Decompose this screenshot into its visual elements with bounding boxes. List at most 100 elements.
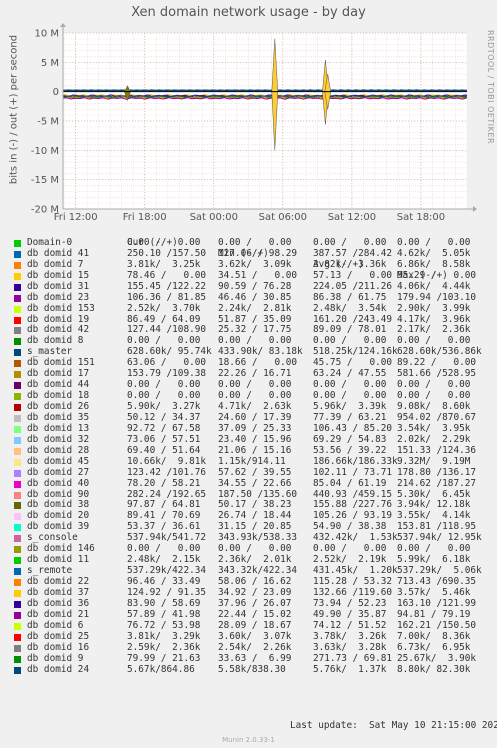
legend-swatch (14, 502, 21, 510)
legend-series-name: db domid 27 (27, 466, 90, 478)
legend-avg: 186.66k/186.33k (313, 455, 398, 467)
legend-swatch (14, 349, 21, 357)
legend-min: 33.63 / 6.99 (218, 652, 292, 664)
legend-swatch (14, 633, 21, 641)
legend-swatch (14, 360, 21, 368)
legend-swatch (14, 622, 21, 630)
legend-swatch (14, 666, 21, 674)
legend-swatch (14, 283, 21, 291)
last-update: Last update: Sat May 10 21:15:00 2025 (290, 720, 497, 731)
x-tick-label: Sat 00:00 (190, 212, 238, 223)
legend-max: 178.80 /136.17 (397, 466, 477, 478)
legend-swatch (14, 382, 21, 390)
legend-swatch (14, 491, 21, 499)
legend-row: db domid 27 123.42 /101.76 57.62 / 39.55 10… (0, 466, 497, 479)
legend-swatch (14, 338, 21, 346)
chart-plot: 10 M5 M0-5 M-10 M-15 M-20 MFri 12:00 Fri … (31, 23, 477, 223)
legend-series-name: db domid 153 (27, 302, 95, 314)
legend-min: 1.15k/914.11 (218, 455, 286, 467)
legend-avg: 271.73 / 69.81 (313, 652, 393, 664)
legend-swatch (14, 393, 21, 401)
legend-series-name: db domid 45 (27, 455, 90, 467)
legend-avg: 3.63k/ 3.28k (313, 641, 387, 653)
legend-swatch (14, 579, 21, 586)
legend-cur: 155.45 /122.22 (127, 280, 207, 292)
legend-swatch (14, 239, 21, 247)
legend-max: 25.67k/ 3.90k (397, 652, 477, 664)
legend: Cur (-/+) Min (-/+) Avg (-/+) Max (-/+) … (0, 227, 497, 675)
legend-series-name: db domid 40 (27, 477, 90, 489)
x-axis-arrow (473, 206, 477, 212)
x-tick-label: Sat 18:00 (397, 212, 445, 223)
legend-avg: 86.38 / 61.75 (313, 291, 387, 303)
legend-swatch (14, 404, 21, 411)
munin-version: Munin 2.0.33-1 (222, 736, 275, 744)
legend-swatch (14, 644, 21, 652)
legend-max: 214.62 /187.27 (397, 477, 477, 489)
legend-swatch (14, 480, 21, 488)
legend-swatch (14, 458, 21, 466)
x-tick-label: Sat 06:00 (259, 212, 307, 223)
legend-swatch (14, 447, 21, 455)
legend-min: 34.55 / 22.66 (218, 477, 292, 489)
legend-max: 9.32M/ 9.19M (397, 455, 471, 467)
legend-series-name: db domid 16 (27, 641, 90, 653)
legend-min: 2.54k/ 2.26k (218, 641, 292, 653)
legend-swatch (14, 425, 21, 433)
legend-max: 4.06k/ 4.44k (397, 280, 471, 292)
legend-swatch (14, 436, 21, 444)
legend-swatch (14, 316, 21, 324)
legend-min: 46.46 / 30.85 (218, 291, 292, 303)
legend-min: 90.59 / 76.28 (218, 280, 292, 292)
legend-series-name: db domid 23 (27, 291, 90, 303)
legend-row: db domid 9 79.99 / 21.63 33.63 / 6.99 271.7… (0, 652, 497, 665)
x-tick-label: Fri 12:00 (54, 212, 98, 223)
legend-row: db domid 45 10.66k/ 9.81k 1.15k/914.11 186.… (0, 455, 497, 468)
legend-swatch (14, 414, 21, 422)
legend-series-name: db domid 31 (27, 280, 90, 292)
legend-max: 7.00k/ 8.36k (397, 630, 471, 642)
legend-swatch (14, 294, 21, 302)
legend-min: 2.24k/ 2.81k (218, 302, 292, 314)
legend-swatch (14, 272, 21, 280)
legend-avg: 102.11 / 73.71 (313, 466, 393, 478)
legend-swatch (14, 655, 21, 663)
series-line-out (62, 89, 467, 91)
legend-max: 179.94 /103.10 (397, 291, 477, 303)
legend-swatch (14, 371, 21, 379)
legend-cur: 123.42 /101.76 (127, 466, 207, 478)
legend-row: db domid 31 155.45 /122.22 90.59 / 76.28 22… (0, 280, 497, 293)
legend-swatch (14, 600, 21, 608)
y-axis-arrow (60, 23, 66, 27)
legend-row: db domid 23 106.36 / 81.85 46.46 / 30.85 86… (0, 291, 497, 304)
legend-cur: 5.67k/864.86 (127, 663, 195, 675)
legend-row: db domid 24 5.67k/864.86 5.58k/838.30 5.76k… (0, 663, 497, 676)
legend-swatch (14, 327, 21, 335)
legend-cur: 78.20 / 58.21 (127, 477, 201, 489)
x-tick-label: Fri 18:00 (123, 212, 167, 223)
legend-swatch (14, 513, 21, 521)
legend-swatch (14, 469, 21, 477)
legend-max: 8.80k/ 82.30k (397, 663, 471, 675)
y-tick-label: -5 M (37, 117, 59, 128)
legend-row: db domid 25 3.81k/ 3.29k 3.60k/ 3.07k 3.78k… (0, 630, 497, 643)
legend-swatch (14, 305, 21, 313)
legend-max: 2.90k/ 3.99k (397, 302, 471, 314)
legend-swatch (14, 589, 21, 597)
legend-swatch (14, 524, 21, 532)
legend-row: db domid 153 2.52k/ 3.70k 2.24k/ 2.81k 2.48… (0, 302, 497, 315)
legend-series-name: db domid 9 (27, 652, 84, 664)
legend-row: db domid 40 78.20 / 58.21 34.55 / 22.66 85.… (0, 477, 497, 490)
legend-cur: 106.36 / 81.85 (127, 291, 207, 303)
legend-cur: 3.81k/ 3.29k (127, 630, 201, 642)
y-tick-label: 5 M (41, 58, 59, 69)
legend-series-name: db domid 25 (27, 630, 90, 642)
y-tick-label: 10 M (34, 29, 59, 40)
legend-min: 3.60k/ 3.07k (218, 630, 292, 642)
legend-swatch (14, 611, 21, 619)
legend-swatch (14, 261, 21, 269)
legend-avg: 224.05 /211.26 (313, 280, 393, 292)
legend-row: db domid 16 2.59k/ 2.36k 2.54k/ 2.26k 3.63k… (0, 641, 497, 654)
legend-cur: 2.59k/ 2.36k (127, 641, 201, 653)
legend-avg: 3.78k/ 3.26k (313, 630, 387, 642)
